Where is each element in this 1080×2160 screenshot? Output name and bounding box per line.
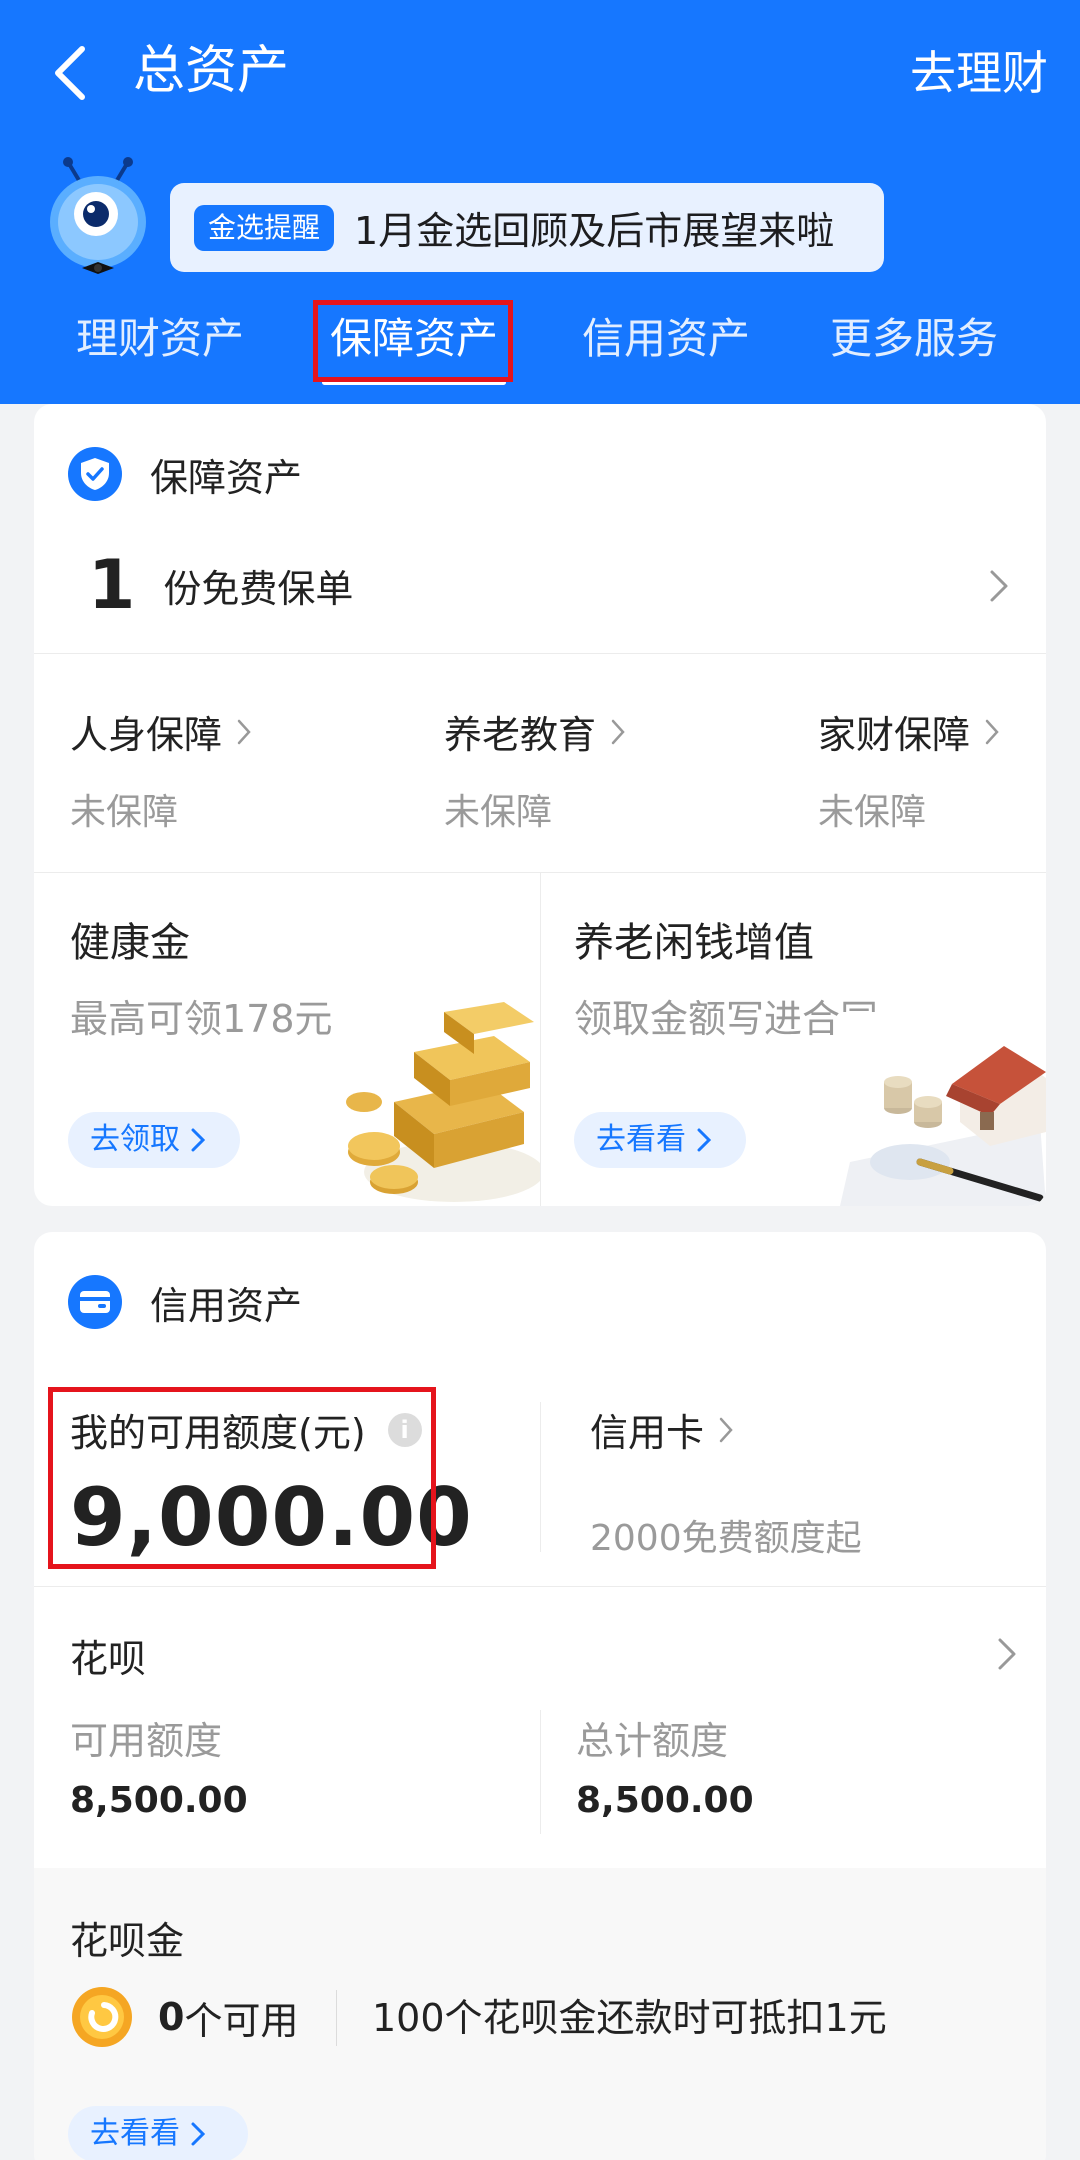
asset-tabs: 理财资产 保障资产 信用资产 更多服务 <box>0 300 1080 390</box>
chevron-right-icon <box>611 719 625 744</box>
huabei-available-label: 可用额度 <box>70 1719 223 1763</box>
category-label: 养老教育 <box>444 713 597 757</box>
huabei-gold-view-label: 去看看 <box>90 2116 180 2151</box>
shield-icon <box>68 447 122 501</box>
promo-title: 健康金 <box>70 920 190 966</box>
huabei-gold-block: 花呗金 0 个可用 100个花呗金还款时可抵扣1元 去看看 <box>34 1868 1046 2160</box>
credit-section-header: 信用资产 <box>68 1274 302 1330</box>
back-button[interactable] <box>40 38 100 108</box>
promo-subtitle: 最高可领178元 <box>70 997 333 1041</box>
credit-card-entry[interactable]: 信用卡 2000免费额度起 <box>590 1402 1010 1562</box>
insurance-section-header: 保障资产 <box>68 446 302 502</box>
category-status: 未保障 <box>70 792 179 833</box>
chevron-left-icon <box>55 46 85 100</box>
category-label: 家财保障 <box>818 713 971 757</box>
policy-row[interactable]: 1 份免费保单 <box>88 540 1028 630</box>
tab-finance-assets[interactable]: 理财资产 <box>60 300 260 390</box>
wallet-icon <box>68 1275 122 1329</box>
highlight-box-credit <box>48 1387 436 1569</box>
category-label: 人身保障 <box>70 713 223 757</box>
chevron-right-icon <box>719 1417 733 1442</box>
category-property[interactable]: 家财保障 未保障 <box>818 704 1044 844</box>
chevron-right-icon <box>990 570 1008 602</box>
category-status: 未保障 <box>444 792 553 833</box>
chevron-right-icon <box>998 1638 1016 1670</box>
huabei-title: 花呗 <box>70 1637 147 1681</box>
credit-card-label: 信用卡 <box>590 1411 705 1455</box>
mascot-icon <box>44 156 154 282</box>
view-button[interactable]: 去看看 <box>574 1112 746 1168</box>
page-title: 总资产 <box>133 41 290 101</box>
notice-text: 1月金选回顾及后市展望来啦 <box>354 209 835 253</box>
notice-banner[interactable]: 金选提醒 1月金选回顾及后市展望来啦 <box>170 183 884 272</box>
promo-pension-growth[interactable]: 养老闲钱增值 领取金额写进合同 去看看 <box>540 872 1046 1206</box>
highlight-box-tab <box>313 300 513 382</box>
credit-card-section: 信用资产 我的可用额度(元) i 9,000.00 信用卡 2000免费额度起 … <box>34 1232 1046 2160</box>
house-coins-icon <box>840 1012 1046 1206</box>
policy-label: 份免费保单 <box>163 566 354 611</box>
chevron-right-icon <box>697 1128 712 1152</box>
notice-tag: 金选提醒 <box>194 204 335 251</box>
insurance-card: 保障资产 1 份免费保单 人身保障 未保障 养老教育 未保障 家财保障 未保障 <box>34 404 1046 1206</box>
go-finance-link[interactable]: 去理财 <box>910 40 1048 106</box>
huabei-available-value: 8,500.00 <box>70 1780 248 1821</box>
chevron-right-icon <box>985 719 999 744</box>
divider <box>336 1990 337 2046</box>
category-pension-education[interactable]: 养老教育 未保障 <box>444 704 744 844</box>
header-bar: 总资产 去理财 金选提醒 1月金选回顾及后市展望来啦 理财资产 保障资产 信用资… <box>0 0 1080 404</box>
huabei-total-label: 总计额度 <box>576 1719 729 1763</box>
category-status: 未保障 <box>818 792 927 833</box>
claim-button[interactable]: 去领取 <box>68 1112 240 1168</box>
insurance-section-title: 保障资产 <box>150 455 303 500</box>
policy-count: 1 <box>88 545 136 625</box>
divider <box>540 1402 541 1552</box>
huabei-gold-view-button[interactable]: 去看看 <box>68 2106 248 2160</box>
chevron-right-icon <box>191 2122 206 2146</box>
tab-credit-assets[interactable]: 信用资产 <box>566 300 766 390</box>
credit-section-title: 信用资产 <box>150 1283 303 1328</box>
claim-button-label: 去领取 <box>90 1122 180 1157</box>
huabei-gold-title: 花呗金 <box>70 1919 185 1963</box>
gold-bars-icon <box>334 992 540 1206</box>
divider <box>540 1710 541 1834</box>
promo-subtitle: 领取金额写进合同 <box>574 997 879 1041</box>
huabei-gold-desc: 100个花呗金还款时可抵扣1元 <box>372 1996 887 2040</box>
category-personal[interactable]: 人身保障 未保障 <box>70 704 370 844</box>
huabei-gold-count-row[interactable]: 0 个可用 <box>70 1982 298 2052</box>
huabei-block[interactable]: 花呗 可用额度 8,500.00 总计额度 8,500.00 <box>34 1586 1046 1866</box>
huabei-gold-count: 0 <box>158 1995 185 2039</box>
chevron-right-icon <box>191 1128 206 1152</box>
promo-title: 养老闲钱增值 <box>574 920 814 966</box>
huabei-gold-count-label: 个可用 <box>184 1998 299 2043</box>
huabei-total-value: 8,500.00 <box>576 1780 754 1821</box>
divider <box>34 653 1046 654</box>
credit-card-subtitle: 2000免费额度起 <box>590 1518 862 1559</box>
view-button-label: 去看看 <box>596 1122 686 1157</box>
tab-more-services[interactable]: 更多服务 <box>814 300 1014 390</box>
gold-coin-icon <box>72 1987 132 2047</box>
chevron-right-icon <box>237 719 251 744</box>
promo-health-gold[interactable]: 健康金 最高可领178元 去领取 <box>34 872 540 1206</box>
